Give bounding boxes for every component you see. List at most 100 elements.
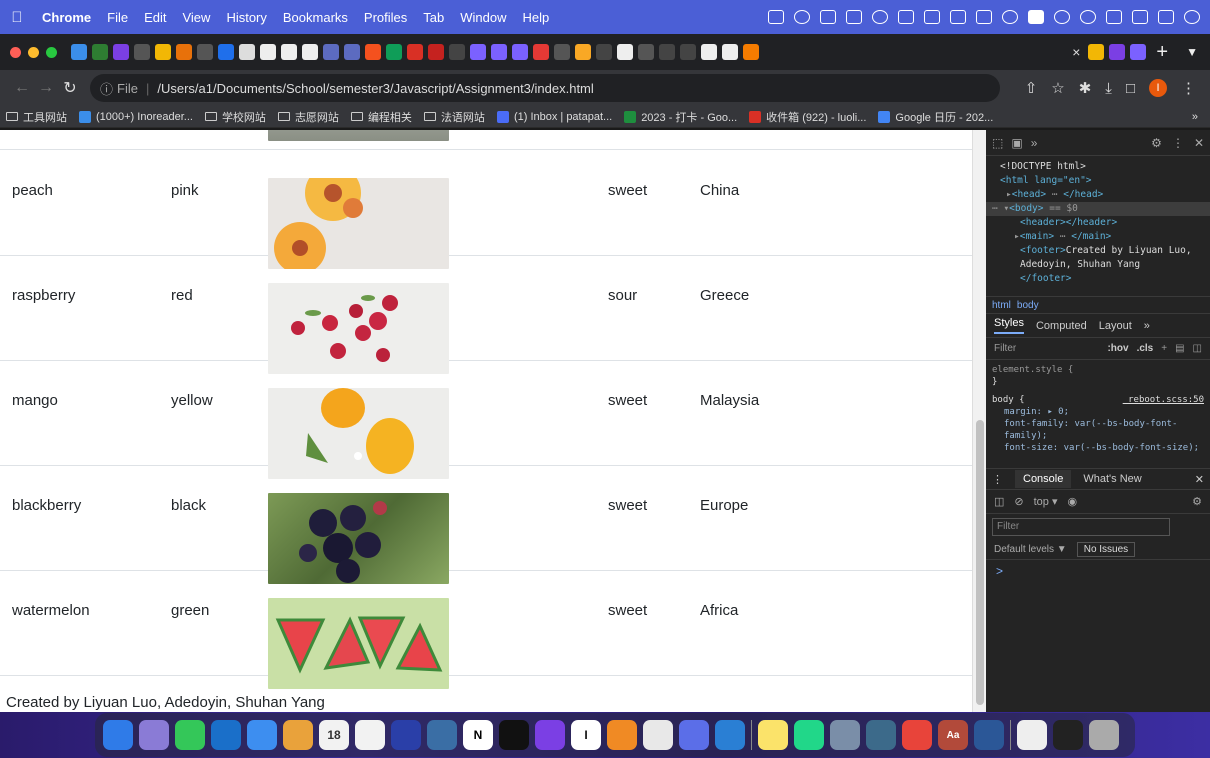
siri-icon[interactable] bbox=[1184, 10, 1200, 24]
device-toggle-icon[interactable]: ▣ bbox=[1011, 136, 1022, 150]
tab-styles[interactable]: Styles bbox=[994, 317, 1024, 334]
styles-filter-input[interactable]: Filter bbox=[994, 343, 1016, 354]
tab-favicon[interactable] bbox=[92, 44, 108, 60]
keynote-icon[interactable] bbox=[391, 720, 421, 750]
tab-favicon[interactable] bbox=[575, 44, 591, 60]
menu-edit[interactable]: Edit bbox=[136, 10, 174, 25]
tab-favicon[interactable] bbox=[470, 44, 486, 60]
tab-favicon[interactable] bbox=[365, 44, 381, 60]
console-prompt[interactable]: > bbox=[986, 560, 1210, 582]
console-filter-input[interactable]: Filter bbox=[992, 518, 1170, 536]
bookmark-item[interactable]: 编程相关 bbox=[345, 109, 418, 125]
tab-favicon[interactable] bbox=[722, 44, 738, 60]
bookmark-item[interactable]: 法语网站 bbox=[418, 109, 491, 125]
typora-icon[interactable]: I bbox=[571, 720, 601, 750]
dom-doctype[interactable]: <!DOCTYPE html> bbox=[1000, 161, 1086, 172]
menu-window[interactable]: Window bbox=[452, 10, 514, 25]
tab-favicon[interactable] bbox=[491, 44, 507, 60]
issues-button[interactable]: No Issues bbox=[1076, 542, 1136, 557]
battery-icon[interactable] bbox=[976, 10, 992, 24]
bookmark-item[interactable]: 志愿网站 bbox=[272, 109, 345, 125]
tab-favicon[interactable] bbox=[428, 44, 444, 60]
redis-icon[interactable] bbox=[902, 720, 932, 750]
record-icon[interactable] bbox=[872, 10, 888, 24]
more-tabs-icon[interactable]: » bbox=[1031, 136, 1038, 150]
notes-icon[interactable] bbox=[758, 720, 788, 750]
sidebar-toggle-icon[interactable]: ◫ bbox=[1193, 343, 1202, 354]
sidepanel-icon[interactable]: □ bbox=[1126, 80, 1135, 97]
launchpad-icon[interactable] bbox=[139, 720, 169, 750]
tab-favicon[interactable] bbox=[344, 44, 360, 60]
forward-arrow-icon[interactable]: → bbox=[34, 79, 58, 97]
minimize-window-button[interactable] bbox=[28, 46, 39, 58]
app-icon[interactable] bbox=[830, 720, 860, 750]
url-text[interactable]: /Users/a1/Documents/School/semester3/Jav… bbox=[157, 81, 593, 96]
close-devtools-icon[interactable]: ✕ bbox=[1194, 136, 1204, 150]
dom-body-node[interactable]: <body> bbox=[1009, 203, 1043, 214]
trash-icon[interactable] bbox=[1089, 720, 1119, 750]
finder-icon[interactable] bbox=[103, 720, 133, 750]
tab-favicon[interactable] bbox=[449, 44, 465, 60]
dom-head-node[interactable]: <head> bbox=[1012, 189, 1046, 200]
info-icon[interactable]: ⓘ bbox=[100, 79, 113, 98]
switch-icon[interactable] bbox=[1158, 10, 1174, 24]
tab-favicon[interactable] bbox=[407, 44, 423, 60]
live-expression-eye-icon[interactable]: ◉ bbox=[1068, 495, 1078, 508]
tab-favicon[interactable] bbox=[533, 44, 549, 60]
tab-whats-new[interactable]: What's New bbox=[1083, 473, 1141, 485]
tab-favicon[interactable] bbox=[1088, 44, 1105, 60]
tab-favicon[interactable] bbox=[302, 44, 318, 60]
apple-icon[interactable]:  bbox=[0, 9, 34, 26]
console-settings-icon[interactable]: ⚙ bbox=[1192, 495, 1202, 508]
app-icon[interactable] bbox=[679, 720, 709, 750]
download-icon[interactable]: ⤓ bbox=[1105, 80, 1112, 97]
clear-console-icon[interactable]: ⊘ bbox=[1014, 495, 1023, 508]
back-arrow-icon[interactable]: ← bbox=[10, 79, 34, 97]
tab-favicon[interactable] bbox=[680, 44, 696, 60]
tab-favicon[interactable] bbox=[1109, 44, 1126, 60]
close-window-button[interactable] bbox=[10, 46, 21, 58]
tab-favicon[interactable] bbox=[659, 44, 675, 60]
tab-favicon[interactable] bbox=[617, 44, 633, 60]
mail-icon[interactable] bbox=[247, 720, 277, 750]
menu-view[interactable]: View bbox=[174, 10, 218, 25]
mysql-workbench-icon[interactable] bbox=[866, 720, 896, 750]
tab-favicon[interactable] bbox=[134, 44, 150, 60]
menu-bookmarks[interactable]: Bookmarks bbox=[275, 10, 356, 25]
bookmark-item[interactable]: 收件箱 (922) - luoli... bbox=[743, 109, 872, 125]
tab-favicon[interactable] bbox=[1130, 44, 1147, 60]
bookmark-item[interactable]: 工具网站 bbox=[0, 109, 73, 125]
hourglass-icon[interactable] bbox=[820, 10, 836, 24]
console-sidebar-icon[interactable]: ◫ bbox=[994, 495, 1004, 508]
share-icon[interactable]: ⇧ bbox=[1025, 79, 1038, 97]
word-icon[interactable] bbox=[974, 720, 1004, 750]
collapsed-ellipsis-icon[interactable]: ⋯ bbox=[1046, 189, 1063, 200]
user-icon[interactable] bbox=[1054, 10, 1070, 24]
collapse-triangle-icon[interactable]: ⋯ ▾ bbox=[992, 203, 1009, 214]
chat-icon[interactable] bbox=[924, 10, 940, 24]
tab-favicon[interactable] bbox=[554, 44, 570, 60]
shield-icon[interactable] bbox=[898, 10, 914, 24]
tab-favicon[interactable] bbox=[155, 44, 171, 60]
tab-favicon[interactable] bbox=[197, 44, 213, 60]
scrollbar-thumb[interactable] bbox=[976, 420, 984, 705]
settings-gear-icon[interactable]: ⚙ bbox=[1151, 136, 1162, 150]
menu-history[interactable]: History bbox=[218, 10, 274, 25]
tab-favicon[interactable] bbox=[71, 44, 87, 60]
tab-computed[interactable]: Computed bbox=[1036, 320, 1087, 332]
menu-help[interactable]: Help bbox=[515, 10, 558, 25]
address-bar[interactable]: ⓘ File | /Users/a1/Documents/School/seme… bbox=[90, 74, 1000, 102]
reload-icon[interactable]: ↻ bbox=[58, 78, 82, 98]
dom-body-row[interactable]: ⋯ ▾<body> == $0 bbox=[986, 202, 1210, 216]
tab-favicon[interactable] bbox=[638, 44, 654, 60]
tab-layout[interactable]: Layout bbox=[1099, 320, 1132, 332]
bookmark-item[interactable]: (1000+) Inoreader... bbox=[73, 110, 199, 123]
document-icon[interactable] bbox=[1017, 720, 1047, 750]
bookmark-item[interactable]: 2023 - 打卡 - Goo... bbox=[618, 109, 743, 125]
chrome-icon[interactable] bbox=[643, 720, 673, 750]
tab-search-chevron-icon[interactable]: ▼ bbox=[1178, 45, 1210, 59]
pycharm-icon[interactable] bbox=[794, 720, 824, 750]
cls-toggle[interactable]: .cls bbox=[1137, 343, 1154, 354]
css-declaration[interactable]: font-size: var(--bs-body-font-size); bbox=[992, 442, 1204, 454]
photos-icon[interactable] bbox=[283, 720, 313, 750]
